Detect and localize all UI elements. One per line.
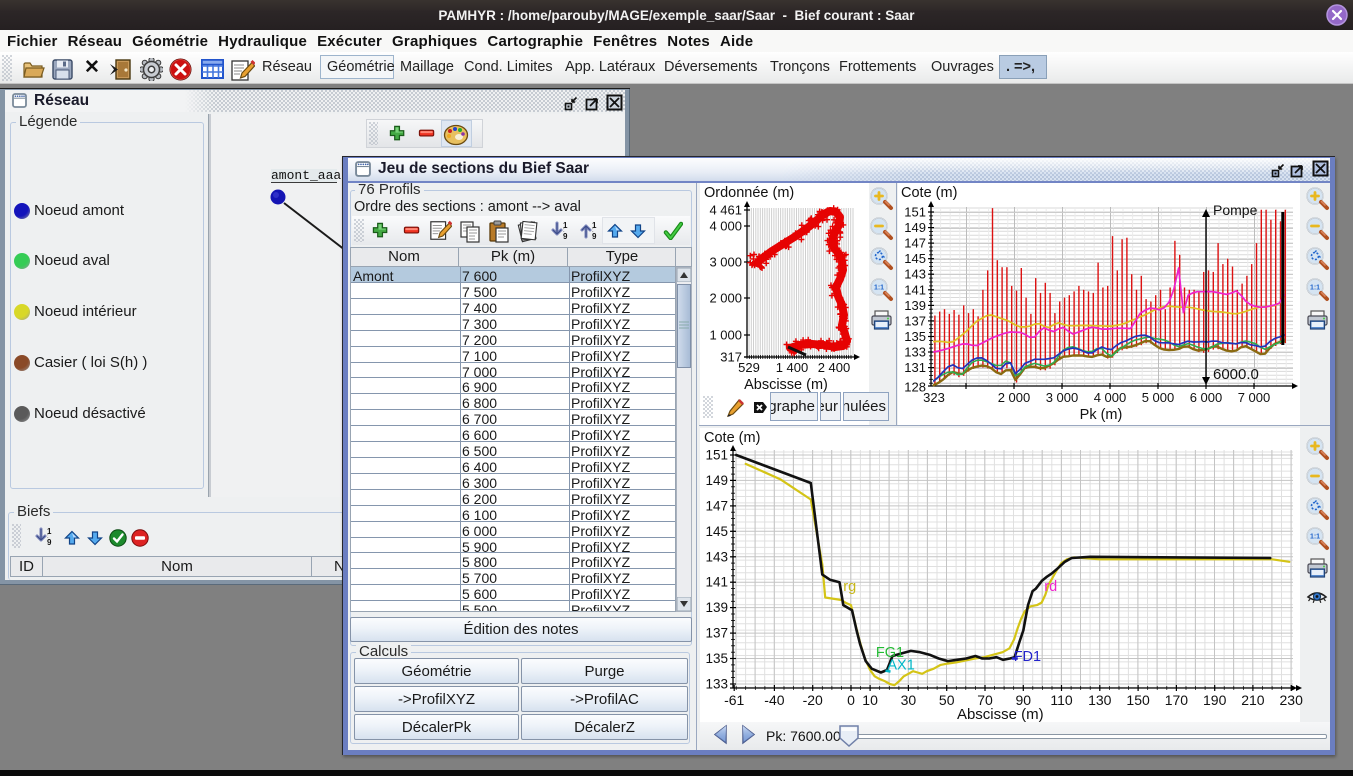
svg-text:1:1: 1:1 bbox=[1310, 285, 1320, 292]
svg-text:Cote (m): Cote (m) bbox=[704, 430, 760, 446]
svg-text:149: 149 bbox=[705, 473, 728, 488]
svg-text:Pk (m): Pk (m) bbox=[1080, 407, 1123, 423]
svg-text:133: 133 bbox=[705, 677, 728, 692]
svg-text:4 000: 4 000 bbox=[1094, 390, 1127, 405]
svg-text:-20: -20 bbox=[803, 692, 823, 708]
svg-text:230: 230 bbox=[1280, 692, 1304, 708]
svg-text:30: 30 bbox=[901, 692, 917, 708]
svg-text:2 400: 2 400 bbox=[818, 360, 851, 375]
svg-text:529: 529 bbox=[738, 360, 760, 375]
svg-text:147: 147 bbox=[705, 498, 728, 513]
svg-text:rd: rd bbox=[1044, 579, 1057, 595]
svg-text:131: 131 bbox=[904, 360, 926, 375]
svg-text:6 000: 6 000 bbox=[1190, 390, 1223, 405]
svg-text:2 000: 2 000 bbox=[998, 390, 1031, 405]
svg-text:FD1: FD1 bbox=[1014, 649, 1041, 665]
svg-text:110: 110 bbox=[1050, 692, 1073, 708]
svg-text:3 000: 3 000 bbox=[1046, 390, 1079, 405]
svg-text:9: 9 bbox=[592, 232, 597, 240]
svg-text:4 461: 4 461 bbox=[709, 203, 742, 218]
svg-text:-40: -40 bbox=[764, 692, 784, 708]
svg-text:Abscisse (m): Abscisse (m) bbox=[957, 706, 1044, 723]
svg-text:143: 143 bbox=[904, 267, 926, 282]
svg-text:4 000: 4 000 bbox=[709, 219, 742, 234]
svg-text:rg: rg bbox=[843, 579, 856, 595]
svg-text:150: 150 bbox=[1126, 692, 1150, 708]
svg-text:9: 9 bbox=[47, 538, 52, 546]
svg-text:135: 135 bbox=[705, 651, 728, 666]
svg-text:1:1: 1:1 bbox=[874, 285, 884, 292]
svg-text:170: 170 bbox=[1165, 692, 1189, 708]
svg-text:7 000: 7 000 bbox=[1238, 390, 1271, 405]
svg-text:145: 145 bbox=[904, 251, 926, 266]
svg-text:133: 133 bbox=[904, 345, 926, 360]
svg-text:Abscisse (m): Abscisse (m) bbox=[744, 377, 828, 393]
svg-text:135: 135 bbox=[904, 329, 926, 344]
svg-text:137: 137 bbox=[705, 626, 728, 641]
svg-text:1:1: 1:1 bbox=[1310, 534, 1320, 541]
svg-text:139: 139 bbox=[904, 298, 926, 313]
svg-text:210: 210 bbox=[1241, 692, 1265, 708]
svg-text:1 000: 1 000 bbox=[709, 328, 742, 343]
svg-text:141: 141 bbox=[904, 282, 926, 297]
svg-text:Cote (m): Cote (m) bbox=[901, 185, 957, 201]
svg-text:145: 145 bbox=[705, 524, 728, 539]
svg-text:137: 137 bbox=[904, 313, 926, 328]
svg-text:143: 143 bbox=[705, 549, 728, 564]
svg-text:50: 50 bbox=[939, 692, 955, 708]
svg-text:147: 147 bbox=[904, 236, 926, 251]
svg-text:151: 151 bbox=[705, 448, 728, 463]
svg-text:190: 190 bbox=[1203, 692, 1227, 708]
svg-text:141: 141 bbox=[705, 575, 728, 590]
svg-text:149: 149 bbox=[904, 220, 926, 235]
svg-text:151: 151 bbox=[904, 205, 926, 220]
svg-text:1 400: 1 400 bbox=[776, 360, 809, 375]
svg-text:-61: -61 bbox=[724, 692, 744, 708]
svg-text:139: 139 bbox=[705, 600, 728, 615]
svg-text:3 000: 3 000 bbox=[709, 255, 742, 270]
svg-text:0: 0 bbox=[847, 692, 855, 708]
svg-text:10: 10 bbox=[862, 692, 878, 708]
svg-text:2 000: 2 000 bbox=[709, 291, 742, 306]
svg-text:5 000: 5 000 bbox=[1142, 390, 1175, 405]
svg-text:130: 130 bbox=[1088, 692, 1112, 708]
svg-text:9: 9 bbox=[563, 232, 568, 240]
svg-text:323: 323 bbox=[923, 390, 945, 405]
svg-text:6000.0: 6000.0 bbox=[1213, 366, 1259, 383]
svg-text:Pompe: Pompe bbox=[1213, 202, 1258, 218]
svg-text:Ordonnée (m): Ordonnée (m) bbox=[704, 185, 794, 201]
svg-text:AX1: AX1 bbox=[887, 657, 914, 673]
